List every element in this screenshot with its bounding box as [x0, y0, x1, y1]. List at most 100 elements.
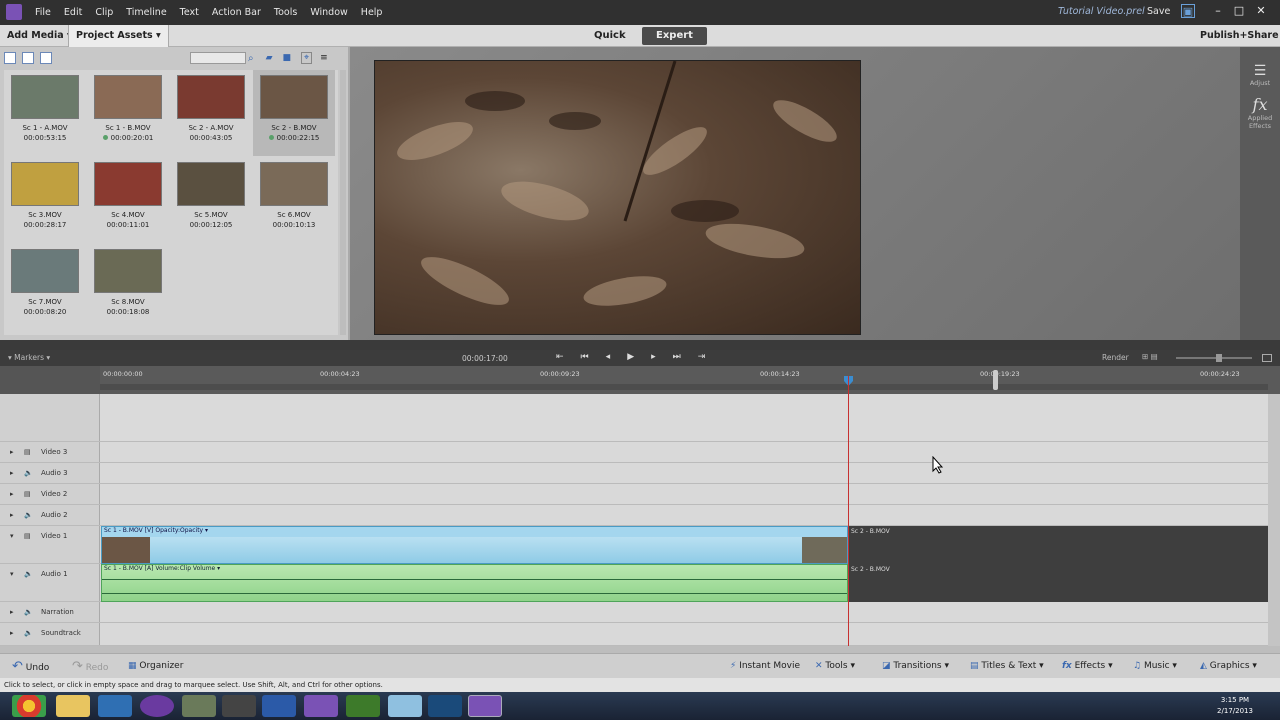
new-folder-icon[interactable]: ▰	[266, 53, 273, 63]
music-button[interactable]: ♫ Music ▾	[1133, 654, 1177, 679]
end-marker[interactable]	[993, 370, 998, 390]
delete-icon[interactable]: ■	[283, 53, 292, 63]
assets-scrollbar[interactable]	[340, 70, 346, 335]
go-to-end-icon[interactable]: ⏭	[673, 352, 681, 362]
image-filter-icon[interactable]	[22, 52, 34, 64]
go-to-start-icon[interactable]: ⏮	[581, 352, 589, 362]
app-taskbar-icon-3[interactable]	[98, 695, 132, 717]
project-assets-button[interactable]: Project Assets ▾	[68, 25, 169, 47]
zoom-slider[interactable]	[1176, 357, 1252, 359]
asset-item[interactable]: Sc 1 - A.MOV 00:00:53:15	[4, 70, 86, 156]
track-video-2[interactable]: ▸ ▤ Video 2	[0, 484, 1268, 505]
menu-item-edit[interactable]: Edit	[64, 7, 82, 18]
menu-item-timeline[interactable]: Timeline	[126, 7, 166, 18]
track-soundtrack[interactable]: ▸ 🔈 Soundtrack	[0, 623, 1268, 646]
search-input[interactable]	[190, 52, 246, 64]
redo-button[interactable]: ↷ Redo	[72, 654, 108, 679]
menu-item-clip[interactable]: Clip	[95, 7, 113, 18]
minimize-icon[interactable]: –	[1211, 4, 1225, 18]
asset-item[interactable]: Sc 6.MOV 00:00:10:13	[253, 157, 335, 243]
premiere-elements-taskbar-icon[interactable]	[304, 695, 338, 717]
app-taskbar-icon-11[interactable]	[428, 695, 462, 717]
audio1-next-clip[interactable]: Sc 2 - B.MOV	[849, 564, 1268, 602]
track-video-3[interactable]: ▸ ▤ Video 3	[0, 442, 1268, 463]
timeline-expand-icon[interactable]	[1262, 354, 1272, 362]
add-media-button[interactable]: Add Media ▾	[0, 25, 79, 47]
track-narration[interactable]: ▸ 🔈 Narration	[0, 602, 1268, 623]
empty-track-area[interactable]	[0, 394, 1268, 442]
pin-icon[interactable]: ⌖	[301, 52, 313, 64]
expand-arrow-icon[interactable]: ▸	[10, 490, 14, 498]
expand-arrow-icon[interactable]: ▸	[10, 629, 14, 637]
word-taskbar-icon[interactable]	[262, 695, 296, 717]
explorer-taskbar-icon[interactable]	[56, 695, 90, 717]
app-taskbar-icon-5[interactable]	[182, 695, 216, 717]
track-audio-2[interactable]: ▸ 🔈 Audio 2	[0, 505, 1268, 526]
effects-button[interactable]: fx Effects ▾	[1062, 654, 1113, 679]
audio1-clip[interactable]: Sc 1 - B.MOV [A] Volume:Clip Volume ▾	[101, 564, 848, 602]
expand-arrow-icon[interactable]: ▸	[10, 469, 14, 477]
expand-arrow-icon[interactable]: ▾	[10, 570, 14, 578]
asset-item[interactable]: Sc 2 - B.MOV 00:00:22:15	[253, 70, 335, 156]
app-taskbar-icon-4[interactable]	[140, 695, 174, 717]
chrome-taskbar-icon[interactable]	[12, 695, 46, 717]
adjust-icon[interactable]: ☰	[1240, 63, 1280, 79]
asset-item[interactable]: Sc 2 - A.MOV 00:00:43:05	[170, 70, 252, 156]
close-icon[interactable]: ✕	[1254, 4, 1268, 18]
go-to-in-icon[interactable]: ⇤	[556, 352, 564, 362]
current-timecode[interactable]: 00:00:17:00	[462, 354, 508, 363]
asset-item[interactable]: Sc 3.MOV 00:00:28:17	[4, 157, 86, 243]
undo-button[interactable]: ↶ Undo	[12, 654, 49, 679]
work-area-bar[interactable]	[100, 384, 1268, 390]
app-taskbar-icon-10[interactable]	[388, 695, 422, 717]
time-ruler[interactable]: 00:00:00:00 00:00:04:23 00:00:09:23 00:00:1…	[0, 366, 1280, 394]
render-button[interactable]: Render	[1102, 353, 1129, 362]
expert-mode-button[interactable]: Expert	[642, 27, 707, 45]
video-filter-icon[interactable]	[4, 52, 16, 64]
app-taskbar-icon-6[interactable]	[222, 695, 256, 717]
expand-arrow-icon[interactable]: ▸	[10, 608, 14, 616]
premiere-active-taskbar-icon[interactable]	[468, 695, 502, 717]
menu-item-window[interactable]: Window	[310, 7, 347, 18]
zoom-fit-icon[interactable]: ⊞ ▤	[1142, 352, 1158, 361]
timeline-vscroll[interactable]	[1268, 394, 1280, 646]
menu-item-tools[interactable]: Tools	[274, 7, 297, 18]
panel-menu-icon[interactable]: ≡	[320, 53, 328, 63]
asset-item[interactable]: Sc 1 - B.MOV 00:00:20:01	[87, 70, 169, 156]
video1-next-clip[interactable]: Sc 2 - B.MOV	[849, 526, 1268, 564]
menu-item-file[interactable]: File	[35, 7, 51, 18]
track-audio-3[interactable]: ▸ 🔈 Audio 3	[0, 463, 1268, 484]
transitions-button[interactable]: ◪ Transitions ▾	[882, 654, 949, 679]
timeline-hscroll[interactable]	[0, 646, 1280, 653]
markers-menu[interactable]: ▾ Markers ▾	[8, 353, 50, 362]
publish-share-button[interactable]: Publish+Share ▾	[1193, 25, 1280, 63]
quick-mode-button[interactable]: Quick	[580, 27, 640, 45]
menu-item-action-bar[interactable]: Action Bar	[212, 7, 261, 18]
video1-clip[interactable]: Sc 1 - B.MOV [V] Opacity:Opacity ▾	[101, 526, 848, 564]
go-to-out-icon[interactable]: ⇥	[698, 352, 706, 362]
expand-arrow-icon[interactable]: ▸	[10, 448, 14, 456]
maximize-icon[interactable]: □	[1232, 4, 1246, 18]
expand-arrow-icon[interactable]: ▾	[10, 532, 14, 540]
tools-button[interactable]: ✕ Tools ▾	[815, 654, 855, 679]
audio-filter-icon[interactable]	[40, 52, 52, 64]
expand-arrow-icon[interactable]: ▸	[10, 511, 14, 519]
asset-item[interactable]: Sc 5.MOV 00:00:12:05	[170, 157, 252, 243]
menu-item-text[interactable]: Text	[180, 7, 199, 18]
menu-item-help[interactable]: Help	[361, 7, 383, 18]
fx-icon[interactable]: fx	[1240, 95, 1280, 114]
asset-item[interactable]: Sc 8.MOV 00:00:18:08	[87, 244, 169, 330]
instant-movie-button[interactable]: ⚡ Instant Movie	[730, 654, 800, 679]
app-taskbar-icon-9[interactable]	[346, 695, 380, 717]
step-back-icon[interactable]: ◂	[606, 352, 611, 362]
asset-item[interactable]: Sc 4.MOV 00:00:11:01	[87, 157, 169, 243]
organizer-button[interactable]: ▦ Organizer	[128, 654, 183, 679]
graphics-button[interactable]: ◭ Graphics ▾	[1200, 654, 1257, 679]
fullscreen-icon[interactable]: ▣	[1181, 4, 1195, 18]
play-icon[interactable]: ▶	[627, 352, 634, 362]
zoom-slider-handle[interactable]	[1216, 354, 1222, 362]
save-button[interactable]: Save	[1147, 6, 1170, 17]
asset-item[interactable]: Sc 7.MOV 00:00:08:20	[4, 244, 86, 330]
search-icon[interactable]: ⌕	[248, 53, 254, 64]
titles-text-button[interactable]: ▤ Titles & Text ▾	[970, 654, 1044, 679]
